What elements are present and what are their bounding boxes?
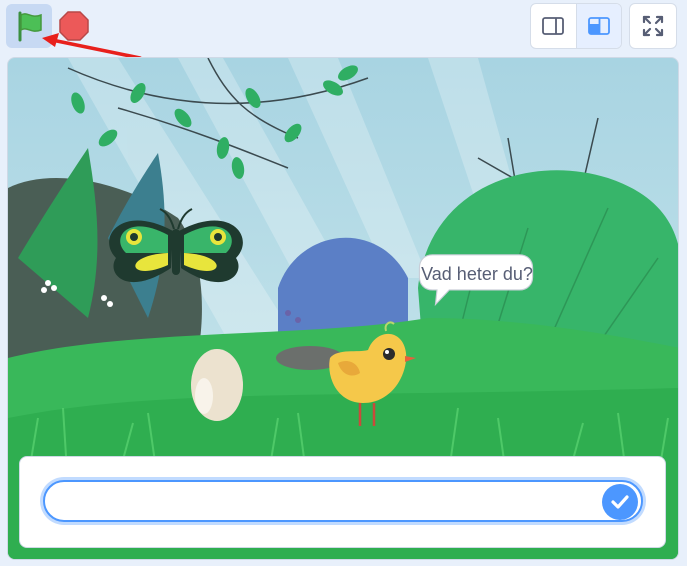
- submit-answer-button[interactable]: [602, 484, 638, 520]
- ask-prompt: [19, 456, 666, 548]
- fullscreen-button[interactable]: [629, 3, 677, 49]
- stage-canvas[interactable]: Vad heter du?: [7, 57, 679, 560]
- answer-field[interactable]: [43, 480, 643, 522]
- answer-input[interactable]: [59, 490, 583, 514]
- fullscreen-icon: [642, 15, 664, 37]
- stage-header: [0, 0, 687, 60]
- speech-bubble-text: Vad heter du?: [421, 264, 533, 284]
- checkmark-icon: [611, 495, 629, 509]
- stage-size-toggle: [530, 3, 622, 49]
- normal-stage-icon: [587, 17, 610, 35]
- small-stage-icon: [542, 17, 565, 35]
- normal-stage-button[interactable]: [576, 4, 621, 48]
- small-stage-button[interactable]: [531, 4, 577, 48]
